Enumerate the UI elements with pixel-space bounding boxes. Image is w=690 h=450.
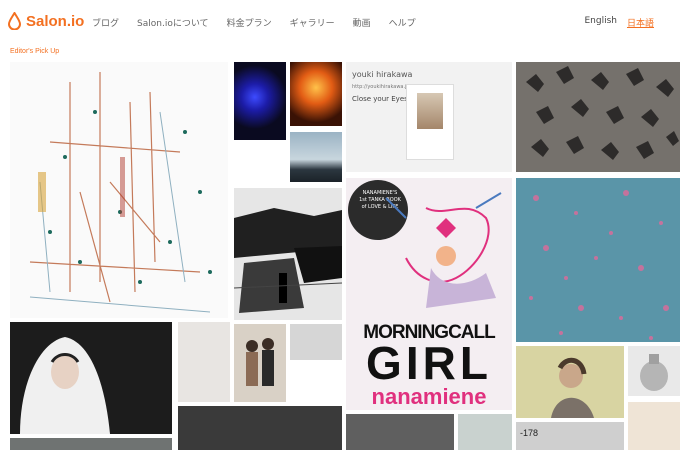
gallery-tile-girl-portrait[interactable] [458, 414, 512, 450]
vintage-photo [406, 84, 454, 160]
vintage-photo-image [417, 93, 443, 129]
gallery-tile-pink-dots[interactable] [516, 178, 680, 342]
book-illustration [385, 192, 502, 308]
gallery-tile-woman-portrait[interactable] [516, 346, 624, 418]
nav-item-about[interactable]: Salon.ioについて [137, 16, 209, 29]
gallery-tile-white-figure[interactable] [178, 322, 230, 402]
gallery-tile-profile-card[interactable]: youki hirakawa http://youkihirakawa.jp/ … [346, 62, 512, 172]
nav-item-help[interactable]: ヘルプ [389, 16, 416, 29]
lang-english-link[interactable]: English [584, 16, 617, 29]
bw-street-artwork [234, 188, 342, 320]
book-title-line2: GIRL [366, 337, 492, 389]
lang-japanese-link[interactable]: 日本語 [627, 16, 654, 29]
gallery-tile-bottom-left[interactable] [10, 438, 172, 450]
gallery-tile-sketch-architecture[interactable] [10, 62, 228, 318]
section-label: Editor's Pick Up [10, 48, 60, 55]
gallery-tile-colorful-items[interactable] [628, 402, 680, 450]
drop-icon [8, 12, 21, 30]
top-bar: Salon.io ブログ Salon.ioについて 料金プラン ギャラリー 動画… [0, 0, 690, 42]
gallery-tile-sculpture[interactable] [346, 414, 454, 450]
gallery-tile-silver-vase[interactable] [628, 346, 680, 396]
gallery-tile-sea-animals[interactable] [290, 324, 342, 360]
couple-artwork [234, 324, 286, 402]
language-switch: English 日本語 [584, 16, 654, 29]
nav-item-blog[interactable]: ブログ [92, 16, 119, 29]
gallery-tile-couple-portrait[interactable] [234, 324, 286, 402]
nav-item-gallery[interactable]: ギャラリー [290, 16, 335, 29]
gallery-tile-book-cover[interactable]: NANAMIENE'S 1st TANKA BOOK of LOVE & LIF… [346, 178, 512, 410]
sketch-artwork [29, 72, 212, 313]
gallery-tile-hoodie-portrait[interactable] [10, 322, 172, 434]
gallery-tile-crowd-scene[interactable] [178, 406, 342, 450]
gallery-tile-blue-light[interactable] [234, 62, 286, 140]
woman-artwork [516, 346, 624, 418]
work-title: Close your Eyes [352, 95, 408, 103]
nav-item-pricing[interactable]: 料金プラン [227, 16, 272, 29]
gallery-tile-dusk-landscape[interactable] [290, 132, 342, 182]
sign-number: -178 [520, 428, 539, 438]
gallery-tile-ceramic-objects[interactable] [516, 62, 680, 172]
gallery-tile-number-sign[interactable]: -178 [516, 422, 624, 450]
book-author: nanamiene [371, 384, 487, 409]
logo-text: Salon.io [26, 12, 85, 30]
nav-item-video[interactable]: 動画 [353, 16, 371, 29]
hoodie-artwork [10, 322, 172, 434]
artist-url[interactable]: http://youkihirakawa.jp/ [352, 84, 411, 90]
gallery-tile-bw-street[interactable] [234, 188, 342, 320]
main-nav: ブログ Salon.ioについて 料金プラン ギャラリー 動画 ヘルプ [92, 16, 434, 29]
gallery-tile-fire-portrait[interactable] [290, 62, 342, 126]
vase-artwork [628, 346, 680, 396]
ceramic-artwork [516, 62, 680, 172]
artist-name[interactable]: youki hirakawa [352, 70, 412, 79]
logo[interactable]: Salon.io [8, 10, 84, 32]
pink-dots-artwork [516, 178, 680, 342]
